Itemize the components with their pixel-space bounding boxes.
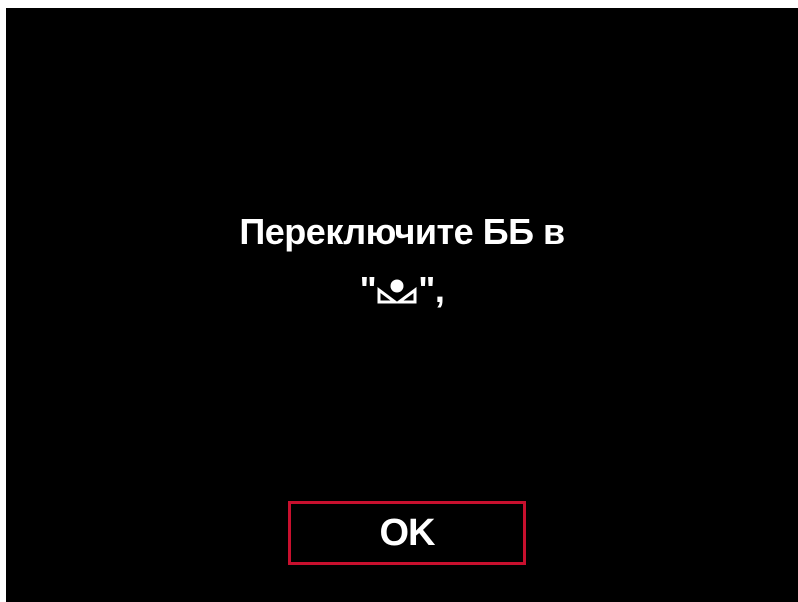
message-line-2: " ", (6, 261, 798, 321)
message-line-1: Переключите ББ в (239, 211, 565, 252)
dialog-message: Переключите ББ в " ", (6, 203, 798, 321)
ok-button-label: OK (379, 511, 436, 554)
camera-screen: Переключите ББ в " ", OK (6, 8, 798, 602)
quote-open: " (359, 269, 377, 310)
quote-close: ", (418, 269, 445, 310)
ok-button[interactable]: OK (288, 501, 526, 565)
custom-white-balance-icon (377, 263, 417, 321)
